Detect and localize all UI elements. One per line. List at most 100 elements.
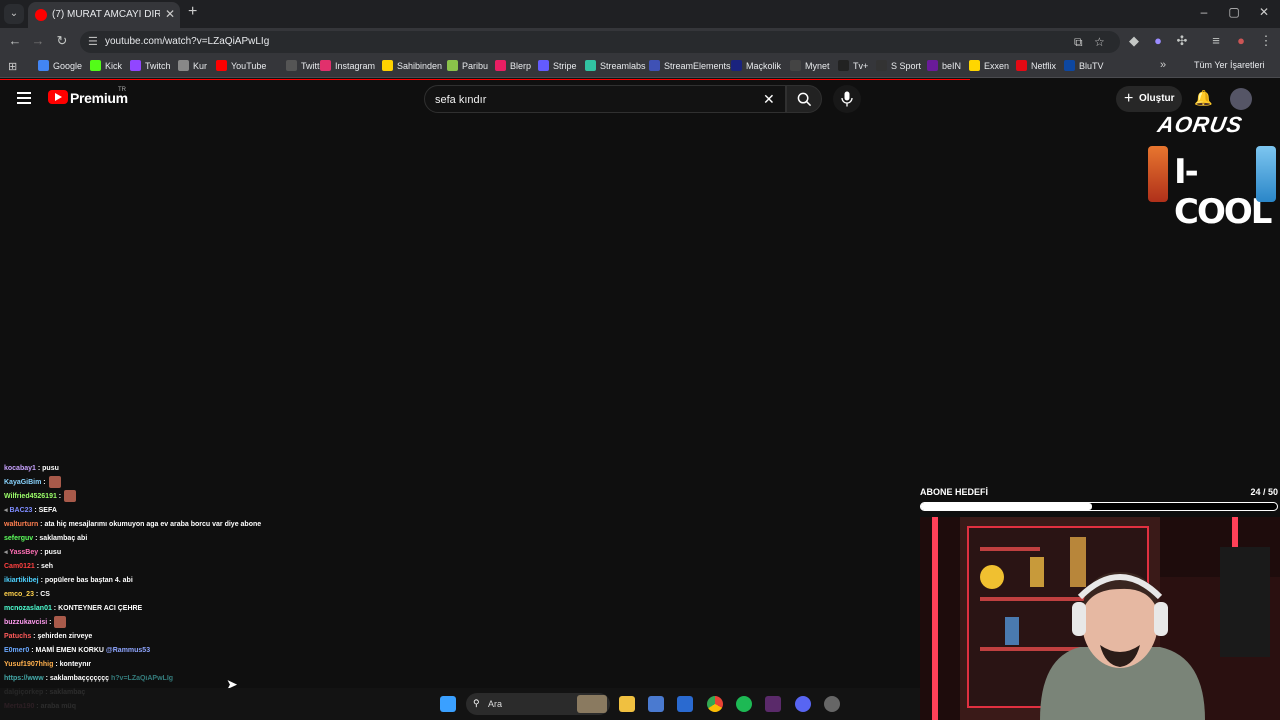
bookmark-label: Kick	[105, 60, 123, 71]
chat-message: mcnozaslan01 : KONTEYNER ACI ÇEHRE	[4, 602, 284, 616]
bookmark-bein[interactable]: beIN	[927, 60, 961, 71]
apps-grid-icon[interactable]: ⊞	[8, 60, 17, 73]
bookmark-favicon-icon	[286, 60, 297, 71]
url-text[interactable]: youtube.com/watch?v=LZaQiAPwLIg	[105, 36, 269, 47]
chat-message: E0mer0 : MAMİ EMEN KORKU @Rammus53	[4, 644, 284, 658]
create-button[interactable]: + Oluştur	[1116, 86, 1182, 112]
youtube-logo-icon[interactable]	[48, 90, 68, 104]
bookmark-label: Twitch	[145, 60, 171, 71]
goal-progress-bar	[920, 502, 1278, 511]
goal-current: 24	[1250, 487, 1261, 497]
notifications-bell-icon[interactable]: 🔔	[1194, 89, 1213, 107]
tab-search-dropdown-icon[interactable]: ⌄	[4, 4, 24, 24]
search-query-text[interactable]: sefa kındır	[435, 94, 486, 106]
bookmark-label: StreamElements	[664, 60, 731, 71]
bookmark-blutv[interactable]: BluTV	[1064, 60, 1104, 71]
install-app-icon[interactable]: ⧉	[1074, 35, 1083, 50]
widgets-icon[interactable]	[577, 695, 607, 713]
chat-message: Patuchs : şehirden zirveye	[4, 630, 284, 644]
chat-message: buzzukavcisi :	[4, 616, 284, 630]
close-window-button[interactable]: ✕	[1254, 5, 1274, 19]
chat-username: Yusuf1907hhig	[4, 661, 54, 668]
bookmark-twitch[interactable]: Twitch	[130, 60, 171, 71]
bookmark-favicon-icon	[495, 60, 506, 71]
bookmark-s-sport[interactable]: S Sport	[876, 60, 921, 71]
bookmark-favicon-icon	[38, 60, 49, 71]
youtube-header: Premium TR sefa kındır ✕ + Oluştur 🔔	[0, 80, 1280, 118]
chat-message: ikiartikibej : popülere bas baştan 4. ab…	[4, 574, 284, 588]
menu-hamburger-icon[interactable]	[17, 92, 31, 107]
bookmark-streamelements[interactable]: StreamElements	[649, 60, 731, 71]
bookmark-google[interactable]: Google	[38, 60, 82, 71]
chat-message: ◂ YassBey : pusu	[4, 546, 284, 560]
browser-menu-icon[interactable]: ⋮	[1258, 33, 1274, 49]
chrome-icon[interactable]	[707, 696, 723, 712]
voice-search-button[interactable]	[833, 85, 861, 113]
reading-list-icon[interactable]: ≡	[1208, 33, 1224, 48]
microsoft-store-icon[interactable]	[648, 696, 664, 712]
back-icon[interactable]: ←	[7, 33, 23, 48]
extension-1-icon[interactable]: ◆	[1126, 33, 1142, 49]
webcam-scene	[920, 517, 1280, 720]
more-bookmarks-icon[interactable]: »	[1160, 59, 1166, 71]
bookmark-blerp[interactable]: Blerp	[495, 60, 531, 71]
clear-search-icon[interactable]: ✕	[763, 91, 775, 108]
bookmark-favicon-icon	[969, 60, 980, 71]
microphone-icon	[841, 91, 853, 107]
chat-username: E0mer0	[4, 647, 30, 654]
discord-icon[interactable]	[795, 696, 811, 712]
extensions-puzzle-icon[interactable]: ✣	[1174, 33, 1190, 49]
chat-text: : pusu	[35, 465, 59, 472]
create-label: Oluştur	[1139, 93, 1175, 104]
bookmark-paribu[interactable]: Paribu	[447, 60, 488, 71]
site-info-icon[interactable]: ☰	[88, 35, 98, 48]
account-avatar[interactable]	[1230, 88, 1252, 110]
mail-icon[interactable]	[677, 696, 693, 712]
bookmark-exxen[interactable]: Exxen	[969, 60, 1009, 71]
bookmark-favicon-icon	[649, 60, 660, 71]
new-tab-button[interactable]: +	[188, 3, 197, 21]
bookmark-stripe[interactable]: Stripe	[538, 60, 577, 71]
search-button[interactable]	[786, 85, 822, 113]
bookmark-ma-kolik[interactable]: Maçkolik	[731, 60, 781, 71]
settings-icon[interactable]	[824, 696, 840, 712]
chat-text: :	[41, 479, 46, 486]
bookmark-label: Google	[53, 60, 83, 71]
chat-text: : saklambaççççççç	[43, 675, 110, 682]
chat-username: Wilfried4526191	[4, 493, 57, 500]
reload-icon[interactable]: ↻	[54, 33, 70, 49]
maximize-button[interactable]: ▢	[1224, 5, 1244, 19]
stream-chat-overlay: kocabay1 : pusu KayaGiBim : Wilfried452619…	[4, 462, 284, 714]
forward-icon[interactable]: →	[30, 33, 46, 48]
chat-username: Cam0121	[4, 563, 35, 570]
chat-message: Cam0121 : seh	[4, 560, 284, 574]
extension-2-icon[interactable]: ●	[1150, 33, 1166, 48]
minimize-button[interactable]: –	[1194, 5, 1214, 19]
browser-tab-active[interactable]: (7) MURAT AMCAYI DİRİ DİRİ M ✕	[28, 2, 180, 28]
chat-username: ikiartikibej	[4, 577, 39, 584]
file-explorer-icon[interactable]	[619, 696, 635, 712]
bookmark-tv-[interactable]: Tv+	[838, 60, 868, 71]
bookmark-netflix[interactable]: Netflix	[1016, 60, 1056, 71]
all-bookmarks-folder[interactable]: Tüm Yer İşaretleri	[1194, 60, 1265, 70]
windows-start-icon[interactable]	[440, 696, 456, 712]
bookmark-streamlabs[interactable]: Streamlabs	[585, 60, 646, 71]
bookmark-kur[interactable]: Kur	[178, 60, 207, 71]
goal-count: 24 / 50	[1250, 487, 1278, 497]
bookmark-star-icon[interactable]: ☆	[1094, 35, 1105, 49]
bookmark-label: beIN	[942, 60, 962, 71]
tab-close-icon[interactable]: ✕	[165, 7, 175, 21]
bookmark-sahibinden[interactable]: Sahibinden	[382, 60, 442, 71]
search-input[interactable]: sefa kındır ✕	[424, 85, 786, 113]
next-app-icon[interactable]	[765, 696, 781, 712]
bookmark-favicon-icon	[216, 60, 227, 71]
bookmark-instagram[interactable]: Instagram	[320, 60, 375, 71]
bookmark-kick[interactable]: Kick	[90, 60, 122, 71]
chat-username: YassBey	[9, 549, 39, 556]
bookmark-mynet[interactable]: Mynet	[790, 60, 830, 71]
bookmark-youtube[interactable]: YouTube	[216, 60, 266, 71]
address-bar[interactable]: ☰ youtube.com/watch?v=LZaQiAPwLIg ⧉ ☆	[80, 31, 1120, 53]
profile-icon[interactable]: ●	[1233, 33, 1249, 48]
bookmark-favicon-icon	[731, 60, 742, 71]
spotify-icon[interactable]	[736, 696, 752, 712]
